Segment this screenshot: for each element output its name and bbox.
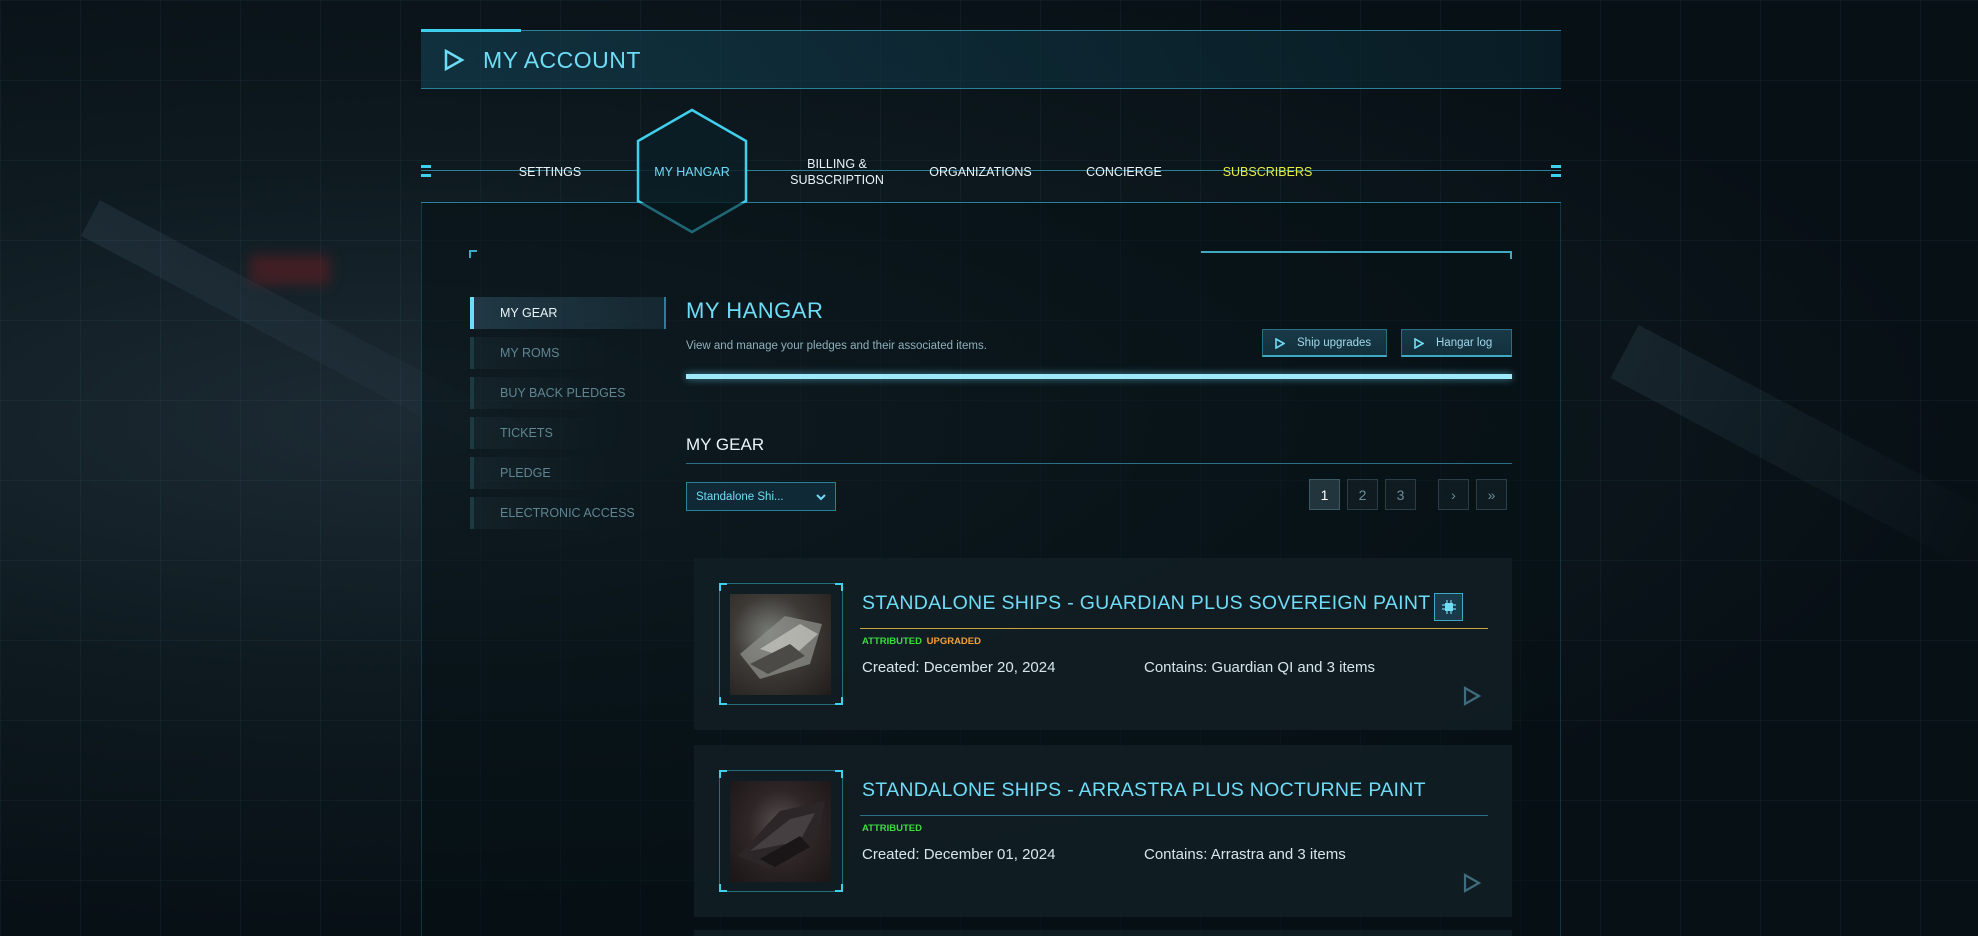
gear-divider [686, 463, 1512, 464]
sidebar-item-tickets[interactable]: TICKETS [470, 417, 666, 449]
expand-play-icon[interactable] [1462, 872, 1482, 894]
tab-subscribers[interactable]: SUBSCRIBERS [1210, 156, 1325, 188]
sidebar-item-label: BUY BACK PLEDGES [500, 386, 626, 400]
tab-organizations[interactable]: ORGANIZATIONS [918, 156, 1043, 188]
sidebar-item-label: MY GEAR [500, 306, 558, 320]
tab-concierge[interactable]: CONCIERGE [1074, 156, 1174, 188]
page-button-3[interactable]: 3 [1385, 479, 1416, 510]
pledge-contains: Contains: Arrastra and 3 items [1144, 846, 1346, 863]
pledge-created-date: Created: December 20, 2024 [862, 659, 1056, 676]
gear-section-title: MY GEAR [686, 435, 765, 454]
page-button-2[interactable]: 2 [1347, 479, 1378, 510]
ship-thumbnail [730, 781, 831, 882]
hangar-log-label: Hangar log [1436, 336, 1493, 349]
ship-image [738, 801, 825, 869]
tab-settings[interactable]: SETTINGS [500, 156, 600, 188]
sidebar-item-my-gear[interactable]: MY GEAR [470, 297, 666, 329]
hangar-log-button[interactable]: Hangar log [1401, 329, 1512, 357]
next-page-button[interactable]: › [1438, 479, 1469, 510]
sidebar-item-pledge[interactable]: PLEDGE [470, 457, 666, 489]
hangar-title: MY HANGAR [686, 298, 824, 323]
header-accent [421, 29, 521, 32]
pledge-title[interactable]: STANDALONE SHIPS - GUARDIAN PLUS SOVEREI… [862, 592, 1430, 615]
sidebar-item-label: MY ROMS [500, 346, 560, 360]
ship-thumbnail [730, 594, 831, 695]
sidebar-item-label: ELECTRONIC ACCESS [500, 506, 635, 520]
pledge-card[interactable]: STANDALONE SHIPS - GUARDIAN PLUS SOVEREI… [694, 558, 1512, 730]
background-light [250, 255, 330, 285]
tab-billing-subscription[interactable]: BILLING & SUBSCRIPTION [778, 156, 896, 188]
sidebar-item-label: PLEDGE [500, 466, 551, 480]
tabs-end-marker [421, 165, 431, 179]
account-header: MY ACCOUNT [421, 29, 1561, 89]
panel-corner-line [1201, 251, 1512, 253]
hangar-divider-bar [686, 374, 1512, 379]
ship-upgrades-button[interactable]: Ship upgrades [1262, 329, 1387, 357]
ship-image [740, 616, 822, 679]
pledge-contains: Contains: Guardian QI and 3 items [1144, 659, 1375, 676]
sidebar-item-my-roms[interactable]: MY ROMS [470, 337, 666, 369]
sidebar-item-buy-back-pledges[interactable]: BUY BACK PLEDGES [470, 377, 666, 409]
pledge-status: ATTRIBUTED UPGRADED [862, 636, 981, 647]
pledge-title[interactable]: STANDALONE SHIPS - ARRASTRA PLUS NOCTURN… [862, 779, 1426, 802]
background-streak [1610, 324, 1978, 576]
sidebar-item-label: TICKETS [500, 426, 553, 440]
category-filter-select[interactable]: Standalone Shi... [686, 482, 836, 511]
panel-corner [1504, 251, 1512, 259]
status-upgraded: UPGRADED [926, 636, 981, 647]
pledge-title-underline [860, 628, 1488, 629]
tab-my-hangar[interactable]: MY HANGAR [642, 156, 742, 188]
status-attributed: ATTRIBUTED [862, 823, 922, 834]
page-button-1[interactable]: 1 [1309, 479, 1340, 510]
category-filter-value: Standalone Shi... [696, 490, 784, 503]
ship-upgrades-label: Ship upgrades [1297, 336, 1372, 349]
chip-icon[interactable] [1434, 593, 1463, 621]
sidebar: MY GEAR MY ROMS BUY BACK PLEDGES TICKETS… [470, 297, 666, 537]
sidebar-item-electronic-access[interactable]: ELECTRONIC ACCESS [470, 497, 666, 529]
tabs-end-marker [1551, 165, 1561, 179]
expand-play-icon[interactable] [1462, 685, 1482, 707]
play-icon [1275, 338, 1285, 349]
play-icon [444, 49, 465, 71]
hangar-subtitle: View and manage your pledges and their a… [686, 340, 987, 352]
status-attributed: ATTRIBUTED [862, 636, 922, 647]
page-title: MY ACCOUNT [483, 47, 641, 73]
pledge-title-underline [860, 815, 1488, 816]
pledge-card [694, 930, 1512, 936]
chevron-down-icon [816, 494, 826, 501]
last-page-button[interactable]: » [1476, 479, 1507, 510]
panel-corner [469, 250, 477, 258]
pledge-status: ATTRIBUTED [862, 823, 922, 834]
pledge-card[interactable]: STANDALONE SHIPS - ARRASTRA PLUS NOCTURN… [694, 745, 1512, 917]
pledge-created-date: Created: December 01, 2024 [862, 846, 1056, 863]
play-icon [1414, 338, 1424, 349]
